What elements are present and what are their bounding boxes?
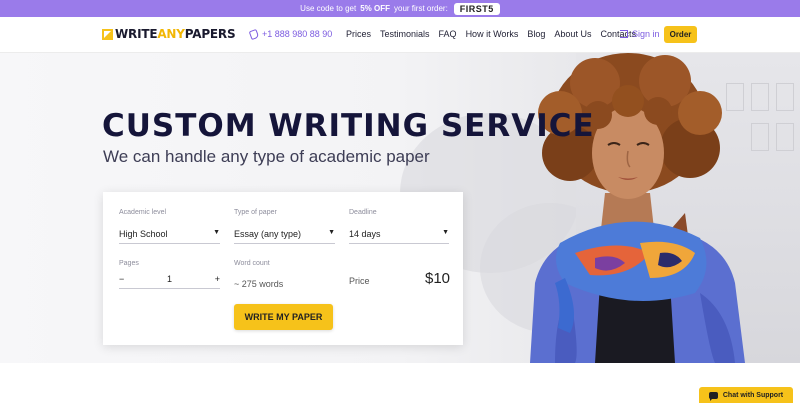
logo-word-papers: PAPERS — [184, 27, 236, 41]
hero-title: CUSTOM WRITING SERVICE — [102, 108, 595, 144]
pages-label: Pages — [119, 260, 139, 267]
caret-down-icon: ▼ — [442, 229, 449, 236]
nav-item-blog[interactable]: Blog — [527, 29, 545, 39]
sign-in-label: Sign in — [632, 29, 660, 39]
window-pane — [776, 83, 794, 111]
main-nav: Prices Testimonials FAQ How it Works Blo… — [346, 29, 636, 39]
word-count-label: Word count — [234, 260, 270, 267]
chat-support-button[interactable]: Chat with Support — [699, 387, 793, 403]
site-logo[interactable]: WRITE ANY PAPERS — [102, 27, 236, 41]
price-label: Price — [349, 276, 370, 286]
pages-decrement-button[interactable]: − — [119, 274, 124, 288]
chat-support-label: Chat with Support — [722, 391, 784, 399]
nav-item-faq[interactable]: FAQ — [439, 29, 457, 39]
promo-discount: 5% OFF — [360, 4, 390, 13]
paper-type-value: Essay (any type) — [234, 229, 302, 239]
hero-section: CUSTOM WRITING SERVICE We can handle any… — [0, 53, 800, 363]
word-count-value: ~ 275 words — [234, 279, 284, 289]
deadline-label: Deadline — [349, 209, 377, 216]
logo-word-any: ANY — [157, 27, 185, 41]
deadline-value: 14 days — [349, 229, 381, 239]
caret-down-icon: ▼ — [328, 229, 335, 236]
promo-banner: Use code to get 5% OFF your first order:… — [0, 0, 800, 17]
nav-item-testimonials[interactable]: Testimonials — [380, 29, 430, 39]
paper-type-label: Type of paper — [234, 209, 277, 216]
logo-mark-icon — [102, 28, 113, 40]
deadline-select[interactable]: 14 days ▼ — [349, 229, 449, 244]
promo-text-before: Use code to get — [300, 4, 357, 13]
order-calculator-card: Academic level High School ▼ Type of pap… — [103, 192, 463, 345]
sign-in-icon — [620, 30, 628, 38]
nav-item-prices[interactable]: Prices — [346, 29, 371, 39]
price-value: $10 — [425, 270, 451, 287]
caret-down-icon: ▼ — [213, 229, 220, 236]
pages-value[interactable]: 1 — [167, 274, 172, 288]
chat-bubble-icon — [708, 391, 718, 401]
hero-subtitle: We can handle any type of academic paper — [103, 147, 430, 166]
logo-word-write: WRITE — [115, 27, 158, 41]
site-header: WRITE ANY PAPERS +1 888 980 88 90 Prices T… — [0, 17, 800, 53]
promo-code[interactable]: FIRST5 — [453, 2, 500, 15]
nav-item-how-it-works[interactable]: How it Works — [466, 29, 519, 39]
write-my-paper-button[interactable]: WRITE MY PAPER — [234, 304, 333, 330]
phone-number: +1 888 980 88 90 — [262, 29, 333, 39]
phone-icon — [248, 28, 260, 40]
academic-level-value: High School — [119, 229, 168, 239]
order-button[interactable]: Order — [664, 26, 697, 43]
phone-link[interactable]: +1 888 980 88 90 — [248, 28, 333, 40]
academic-level-label: Academic level — [119, 209, 167, 216]
sign-in-link[interactable]: Sign in — [620, 29, 660, 39]
paper-type-select[interactable]: Essay (any type) ▼ — [234, 229, 335, 244]
academic-level-select[interactable]: High School ▼ — [119, 229, 220, 244]
nav-item-about-us[interactable]: About Us — [554, 29, 591, 39]
pages-increment-button[interactable]: + — [215, 274, 220, 288]
pages-stepper: − 1 + — [119, 274, 220, 289]
window-pane — [776, 123, 794, 151]
hero-woman-image — [530, 53, 745, 363]
promo-text-after: your first order: — [394, 4, 448, 13]
